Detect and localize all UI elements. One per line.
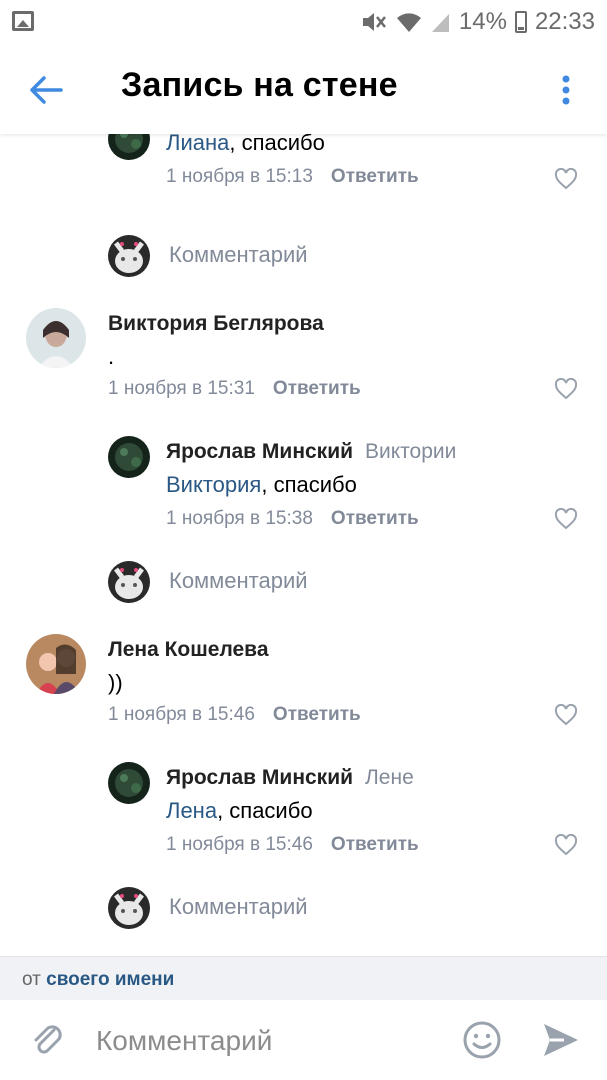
back-arrow-icon xyxy=(30,76,63,104)
emoji-button[interactable] xyxy=(462,1020,502,1060)
post-as-selector[interactable]: своего имени xyxy=(46,969,174,990)
mention-link[interactable]: Виктория xyxy=(166,472,261,497)
like-button[interactable] xyxy=(553,832,579,858)
comment-author[interactable]: Ярослав Минский Виктории xyxy=(166,440,456,464)
top-toolbar: Запись на стене xyxy=(0,44,607,134)
comment-date: 1 ноября в 15:13 xyxy=(166,166,313,187)
reply-button[interactable]: Ответить xyxy=(273,378,361,399)
comment-meta: 1 ноября в 15:46 Ответить xyxy=(108,704,361,726)
reply-button[interactable]: Ответить xyxy=(331,508,419,529)
like-button[interactable] xyxy=(553,166,579,192)
comment-meta: 1 ноября в 15:46 Ответить xyxy=(166,834,419,856)
avatar[interactable] xyxy=(108,436,150,478)
comment-text: Виктория, спасибо xyxy=(166,472,357,497)
avatar[interactable] xyxy=(108,762,150,804)
add-comment-row[interactable]: Комментарий xyxy=(0,878,607,938)
my-avatar xyxy=(108,887,150,929)
avatar[interactable] xyxy=(26,634,86,694)
avatar[interactable] xyxy=(108,134,150,160)
like-button[interactable] xyxy=(553,376,579,402)
my-avatar xyxy=(108,561,150,603)
send-button[interactable] xyxy=(540,1020,580,1060)
comment: Лена Кошелева )) 1 ноября в 15:46 Ответит… xyxy=(0,632,607,732)
comment-reply: Ярослав Минский Лене Лена, спасибо 1 нояб… xyxy=(0,762,607,862)
comment-meta: 1 ноября в 15:31 Ответить xyxy=(108,378,361,400)
mention-link[interactable]: Лиана xyxy=(166,134,229,155)
more-menu-button[interactable] xyxy=(551,70,581,110)
comment-text: Лена, спасибо xyxy=(166,798,313,823)
post-as-text: от своего имени xyxy=(22,969,175,990)
like-button[interactable] xyxy=(553,702,579,728)
more-vertical-icon xyxy=(562,75,570,105)
heart-icon xyxy=(554,168,578,190)
battery-icon xyxy=(514,11,527,33)
comment-reply: Ярослав Минский Виктории Виктория, спасиб… xyxy=(0,436,607,536)
attach-button[interactable] xyxy=(28,1020,68,1060)
signal-icon xyxy=(431,10,451,34)
back-button[interactable] xyxy=(26,70,66,110)
comment-text: )) xyxy=(108,670,123,695)
heart-icon xyxy=(554,834,578,856)
comment-date: 1 ноября в 15:31 xyxy=(108,378,255,399)
battery-percent: 14% xyxy=(458,8,507,35)
add-comment-label: Комментарий xyxy=(169,242,308,267)
heart-icon xyxy=(554,378,578,400)
gallery-notification-icon xyxy=(12,11,34,31)
mute-icon xyxy=(361,10,387,34)
avatar[interactable] xyxy=(26,308,86,368)
comments-feed[interactable]: Лиана, спасибо 1 ноября в 15:13 Ответить … xyxy=(0,134,607,956)
clock: 22:33 xyxy=(534,8,595,35)
comment: Виктория Беглярова . 1 ноября в 15:31 Отв… xyxy=(0,306,607,406)
add-comment-label: Комментарий xyxy=(169,894,308,919)
comment-meta: 1 ноября в 15:38 Ответить xyxy=(166,508,419,530)
wifi-icon xyxy=(395,10,423,34)
post-as-bar[interactable]: от своего имени xyxy=(0,956,607,1000)
comment-date: 1 ноября в 15:46 xyxy=(166,834,313,855)
add-comment-row[interactable]: Комментарий xyxy=(0,226,607,286)
comment-meta: 1 ноября в 15:13 Ответить xyxy=(166,166,419,188)
comment-text: . xyxy=(108,344,115,369)
reply-button[interactable]: Ответить xyxy=(273,704,361,725)
comment-author[interactable]: Ярослав Минский Лене xyxy=(166,766,414,790)
comment-author[interactable]: Лена Кошелева xyxy=(108,638,269,662)
reply-to-label[interactable]: Виктории xyxy=(365,440,456,463)
paperclip-icon xyxy=(34,1025,62,1054)
my-avatar xyxy=(108,235,150,277)
comment-reply: Лиана, спасибо 1 ноября в 15:13 Ответить xyxy=(0,134,607,208)
comment-text: Лиана, спасибо xyxy=(166,134,325,156)
comment-author[interactable]: Виктория Беглярова xyxy=(108,312,324,336)
like-button[interactable] xyxy=(553,506,579,532)
page-title: Запись на стене xyxy=(121,66,398,104)
heart-icon xyxy=(554,704,578,726)
reply-to-label[interactable]: Лене xyxy=(365,766,414,789)
comment-date: 1 ноября в 15:46 xyxy=(108,704,255,725)
mention-link[interactable]: Лена xyxy=(166,798,217,823)
heart-icon xyxy=(554,508,578,530)
status-icons: 14% 22:33 xyxy=(361,6,595,38)
reply-button[interactable]: Ответить xyxy=(331,166,419,187)
reply-button[interactable]: Ответить xyxy=(331,834,419,855)
status-bar: 14% 22:33 xyxy=(0,0,607,44)
comment-input[interactable] xyxy=(96,1020,436,1062)
smile-icon xyxy=(463,1021,501,1059)
add-comment-row[interactable]: Комментарий xyxy=(0,552,607,612)
add-comment-label: Комментарий xyxy=(169,568,308,593)
comment-date: 1 ноября в 15:38 xyxy=(166,508,313,529)
send-icon xyxy=(544,1024,578,1056)
comment-input-bar xyxy=(0,1000,607,1080)
